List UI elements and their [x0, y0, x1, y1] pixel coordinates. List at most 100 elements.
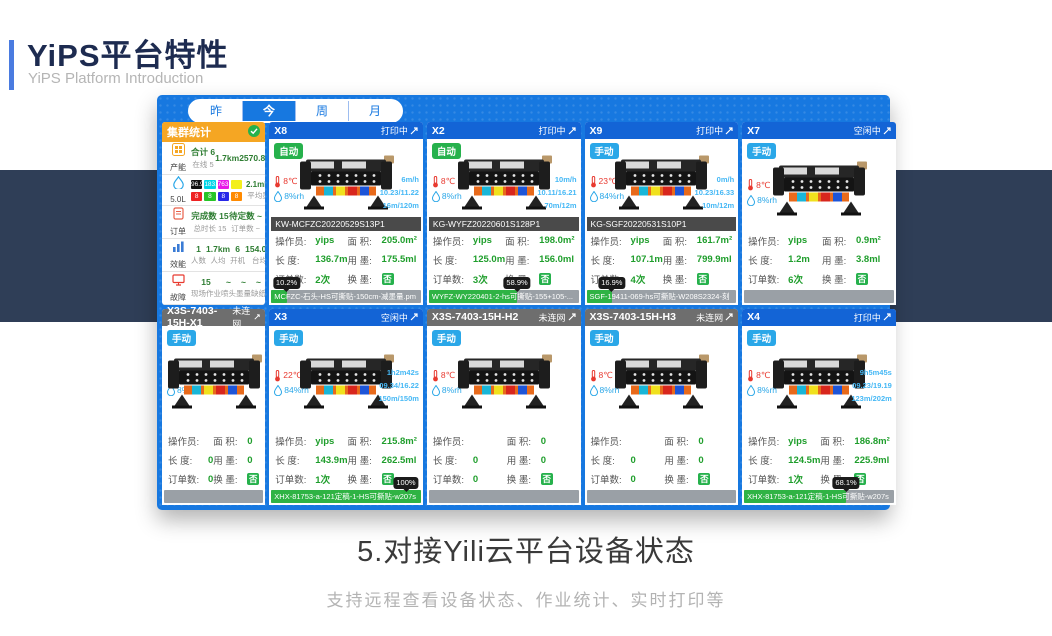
length-label: 长 度: [433, 453, 473, 467]
device-card: X3 空闲中 手动 22℃ 84%rh [269, 309, 423, 505]
device-name: X9 [590, 125, 603, 137]
job-code-bar: KG-SGF20220531S10P1 [587, 217, 737, 231]
stats-cell-label: 台均 [245, 255, 265, 266]
ink-change-badge: 否 [539, 273, 551, 285]
stats-row: 故障 15 现场作业 ~ 喷头 ~ 墨量 ~ 缺纸 ~ 其它 [162, 272, 265, 305]
ink-value: 175.5ml [382, 254, 417, 265]
time-tab[interactable]: 昨 [190, 101, 243, 121]
side-stat-line: 150m/150m [378, 392, 418, 405]
length-value: 125.0m [473, 254, 505, 265]
ink-change-badge: 否 [382, 473, 394, 485]
device-card: X3S-7403-15H-H2 未连网 手动 8℃ 8%rh [427, 309, 581, 505]
print-progress-bar [429, 490, 579, 503]
side-stat-line: 0m/h [695, 173, 735, 186]
area-value: 205.0m² [382, 235, 417, 246]
orders-label: 订单数: [591, 472, 631, 486]
orders-label: 订单数: [433, 472, 473, 486]
orders-value: 0 [473, 474, 507, 485]
stats-cell-label: 缺纸 [251, 288, 265, 299]
orders-label: 订单数: [748, 472, 788, 486]
printer-image [611, 353, 711, 416]
stats-panel-header: 集群统计 [162, 122, 265, 142]
stats-row-cells: 96.9183.8763.888882.1ml/m²平均墨耗 [191, 180, 265, 201]
print-progress-bar [744, 290, 894, 303]
device-status[interactable]: 打印中 [696, 124, 733, 137]
mode-badge[interactable]: 手动 [167, 330, 196, 346]
ink-change-badge: 否 [541, 473, 553, 485]
ink-level-chip: 8 [191, 192, 202, 201]
print-progress-bar [164, 490, 263, 503]
device-status[interactable]: 打印中 [539, 124, 576, 137]
operator-label: 操作员: [748, 434, 788, 448]
orders-value: 3次 [473, 272, 505, 286]
stats-row: 产能 合计 6 在线 5 1.7km 2570.8m² ~ 平均作业 [162, 142, 265, 175]
time-tab[interactable]: 月 [349, 101, 401, 121]
area-label: 面 积: [213, 434, 247, 448]
ink-change-badge: 否 [382, 273, 394, 285]
mode-badge[interactable]: 手动 [747, 143, 776, 159]
expand-icon [568, 127, 576, 135]
length-label: 长 度: [433, 253, 473, 267]
progress-tooltip: 58.9% [503, 277, 530, 289]
order-icon [165, 207, 191, 225]
stats-cell-value: ~ [236, 277, 251, 287]
device-card-header: X3S-7403-15H-H3 未连网 [585, 309, 739, 326]
stats-cell-label: 开机 [230, 255, 245, 266]
stats-row-label: 故障 [165, 292, 191, 303]
mode-badge[interactable]: 手动 [274, 330, 303, 346]
ink-level-chip: 8 [204, 192, 215, 201]
ink-change-badge: 否 [856, 273, 868, 285]
ink-change-label: 换 墨: [213, 472, 247, 486]
ink-change-label: 换 墨: [822, 272, 856, 286]
orders-value: 0 [631, 474, 665, 485]
caption-title: 5.对接Yili云平台设备状态 [0, 528, 1052, 570]
device-status[interactable]: 未连网 [696, 311, 733, 324]
stats-cell-label: 在线 5 [191, 159, 215, 170]
mode-badge[interactable]: 手动 [590, 330, 619, 346]
stats-row-label: 订单 [165, 226, 191, 237]
device-status[interactable]: 空闲中 [381, 311, 418, 324]
time-tab[interactable]: 今 [243, 101, 296, 121]
area-label: 面 积: [348, 434, 382, 448]
length-label: 长 度: [748, 253, 788, 267]
ink-change-label: 换 墨: [664, 472, 698, 486]
orders-value: 6次 [788, 272, 822, 286]
area-value: 186.8m² [854, 436, 889, 447]
print-file-name: MCFZC-石头-HS可撕贴-150cm-减墨量.pm [274, 290, 419, 303]
area-value: 198.0m² [539, 235, 574, 246]
time-tab[interactable]: 周 [296, 101, 349, 121]
thermometer-icon [747, 370, 754, 382]
print-progress-bar: MCFZC-石头-HS可撕贴-150cm-减墨量.pm 10.2% [271, 290, 421, 303]
ink-value: 0 [247, 455, 259, 466]
ink-label: 用 墨: [663, 253, 697, 267]
stats-cell: 2570.8m² [239, 153, 265, 164]
device-name: X2 [432, 125, 445, 137]
mode-badge[interactable]: 手动 [747, 330, 776, 346]
mode-badge[interactable]: 手动 [432, 330, 461, 346]
device-card: X9 打印中 手动 23℃ 84%rh [585, 122, 739, 305]
device-status[interactable]: 打印中 [854, 311, 891, 324]
stats-cell-value: 6 [230, 244, 245, 254]
orders-value: 1次 [788, 472, 820, 486]
length-label: 长 度: [168, 453, 208, 467]
ink-level-chip: 8 [218, 192, 229, 201]
operator-label: 操作员: [591, 434, 631, 448]
operator-label: 操作员: [168, 434, 208, 448]
device-status[interactable]: 未连网 [539, 311, 576, 324]
ink-change-badge: 否 [698, 473, 710, 485]
print-progress-bar: SGF-19411-069-hs可撕贴-W208S2324-刻 16.9% [587, 290, 737, 303]
stats-row: 5.0L 96.9183.8763.888882.1ml/m²平均墨耗 [162, 175, 265, 206]
thermometer-icon [432, 370, 439, 382]
stats-row-cells: 完成数 15 总时长 15 待定数 ~ 订单数 ~ [191, 210, 262, 234]
droplet-icon [590, 191, 598, 202]
side-stat-line: 10m/12m [695, 199, 735, 212]
device-status[interactable]: 空闲中 [854, 124, 891, 137]
ink-label: 用 墨: [820, 453, 854, 467]
area-value: 0 [541, 436, 575, 447]
side-stat-line: 123m/202m [851, 392, 891, 405]
device-status[interactable]: 打印中 [381, 124, 418, 137]
orders-label: 订单数: [433, 272, 473, 286]
droplet-icon [274, 385, 282, 396]
ink-label: 用 墨: [213, 453, 247, 467]
stats-cell-label: 喷头 [221, 288, 236, 299]
